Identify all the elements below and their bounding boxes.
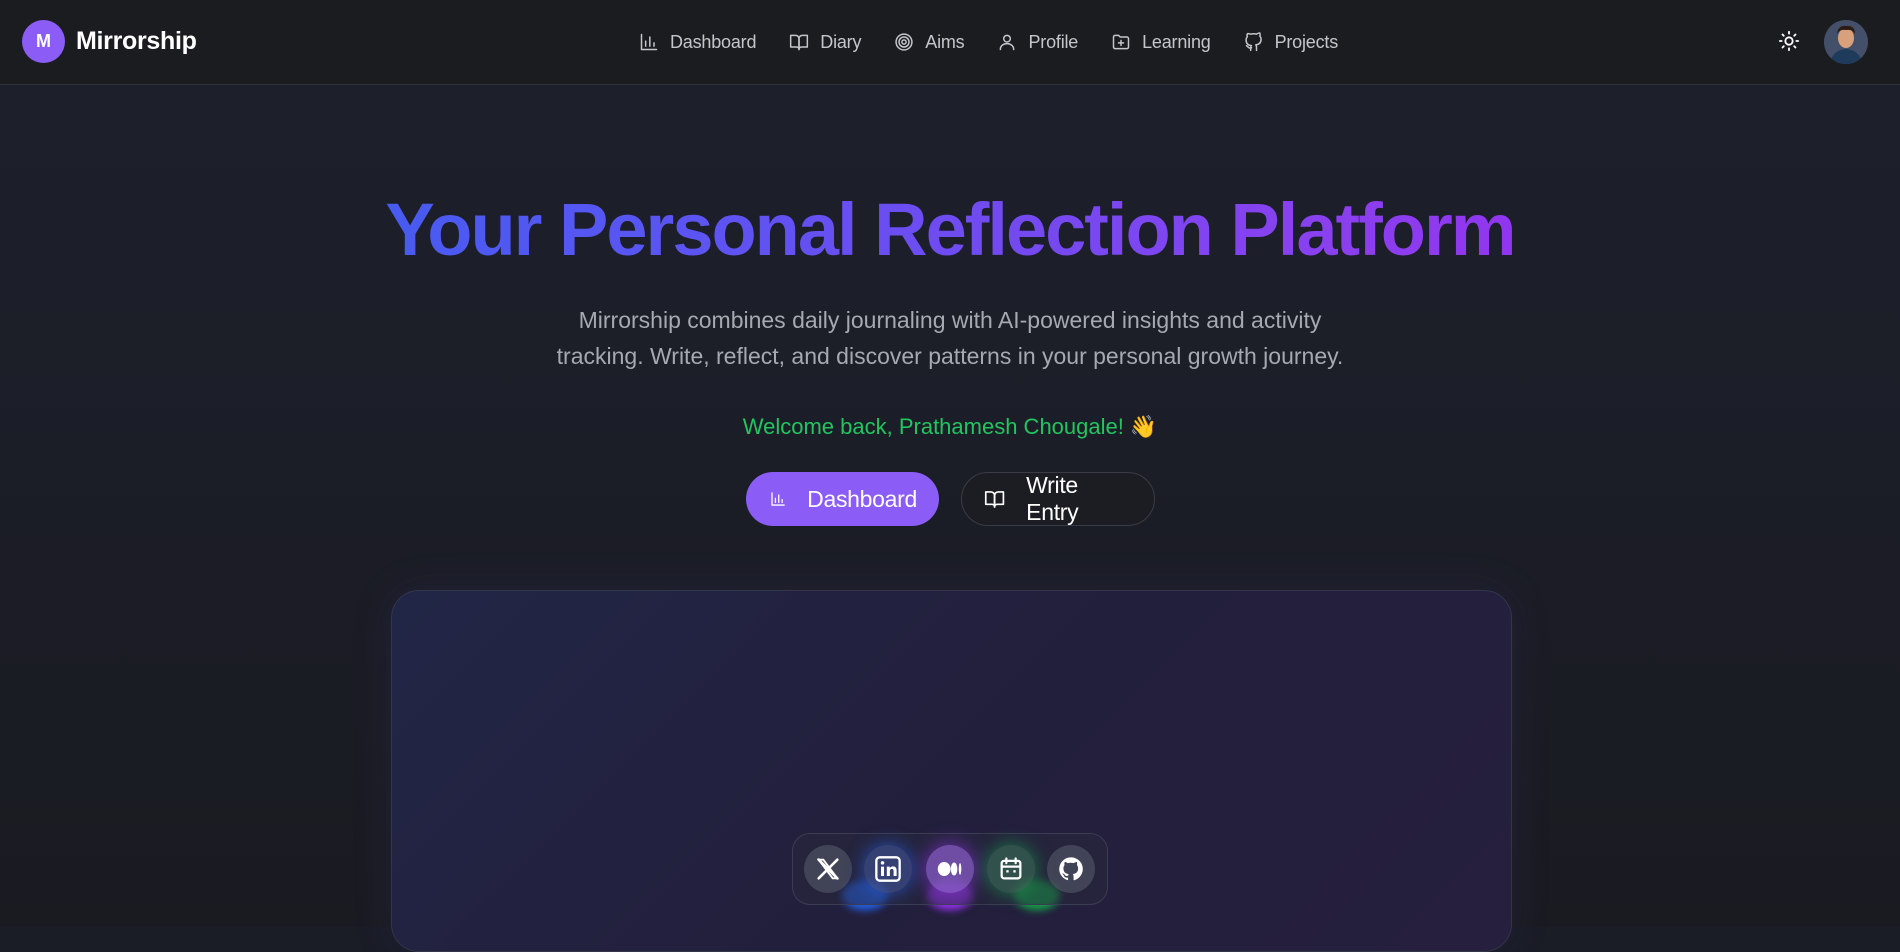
user-avatar[interactable] <box>1824 20 1868 64</box>
hero-title: Your Personal Reflection Platform <box>0 188 1900 272</box>
nav-item-label: Diary <box>820 31 862 52</box>
medium-link[interactable] <box>926 845 974 893</box>
nav-item-learning[interactable]: Learning <box>1111 24 1226 60</box>
dashboard-button[interactable]: Dashboard <box>746 472 939 526</box>
hero-subtitle: Mirrorship combines daily journaling wit… <box>0 302 1900 374</box>
nav-links: Dashboard Diary Aims Profile Learning Pr… <box>639 24 1371 60</box>
cta-buttons: Dashboard Write Entry <box>746 472 1155 526</box>
write-entry-button[interactable]: Write Entry <box>961 472 1155 526</box>
nav-item-diary[interactable]: Diary <box>789 24 877 60</box>
nav-item-label: Aims <box>925 31 965 52</box>
welcome-message: Welcome back, Prathamesh Chougale! 👋 <box>0 414 1900 440</box>
target-icon <box>895 33 913 51</box>
user-icon <box>1000 34 1015 51</box>
dashboard-button-label: Dashboard <box>807 485 917 512</box>
theme-toggle-button[interactable] <box>1778 30 1802 54</box>
calendar-icon <box>1000 857 1022 880</box>
bar-chart-icon <box>771 492 785 506</box>
github-link[interactable] <box>1047 845 1095 893</box>
nav-item-label: Projects <box>1274 31 1339 52</box>
folder-plus-icon <box>1112 34 1130 50</box>
medium-icon <box>937 862 962 876</box>
sun-icon <box>1778 30 1800 52</box>
nav-item-label: Profile <box>1028 31 1079 52</box>
brand-name: Mirrorship <box>76 27 197 55</box>
hero-subtitle-line: Mirrorship combines daily journaling wit… <box>578 307 1322 333</box>
nav-item-aims[interactable]: Aims <box>894 24 980 60</box>
welcome-text: Welcome back, Prathamesh Chougale! <box>742 414 1124 439</box>
linkedin-link[interactable] <box>864 845 912 893</box>
brand-logo: M <box>22 20 65 63</box>
linkedin-icon <box>875 856 901 882</box>
book-open-icon <box>790 34 809 51</box>
nav-item-label: Learning <box>1142 31 1211 52</box>
hero-subtitle-line: tracking. Write, reflect, and discover p… <box>556 343 1344 369</box>
x-link[interactable] <box>804 845 852 893</box>
top-navbar: M Mirrorship Dashboard Diary Aims Profil… <box>0 0 1900 85</box>
nav-item-dashboard[interactable]: Dashboard <box>639 24 772 60</box>
write-entry-button-label: Write Entry <box>1026 472 1079 525</box>
nav-item-projects[interactable]: Projects <box>1244 24 1354 60</box>
nav-item-profile[interactable]: Profile <box>997 24 1094 60</box>
github-icon <box>1244 32 1262 52</box>
book-open-icon <box>984 491 1005 508</box>
x-icon <box>816 858 840 880</box>
wave-emoji: 👋 <box>1129 414 1158 439</box>
bar-chart-icon <box>640 33 658 51</box>
brand-link[interactable]: M Mirrorship <box>22 20 197 63</box>
nav-item-label: Dashboard <box>670 31 757 52</box>
github-icon <box>1059 857 1083 881</box>
calendar-link[interactable] <box>987 845 1035 893</box>
avatar-image <box>1824 20 1868 64</box>
hero-title-text: Your Personal Reflection Platform <box>385 188 1515 271</box>
